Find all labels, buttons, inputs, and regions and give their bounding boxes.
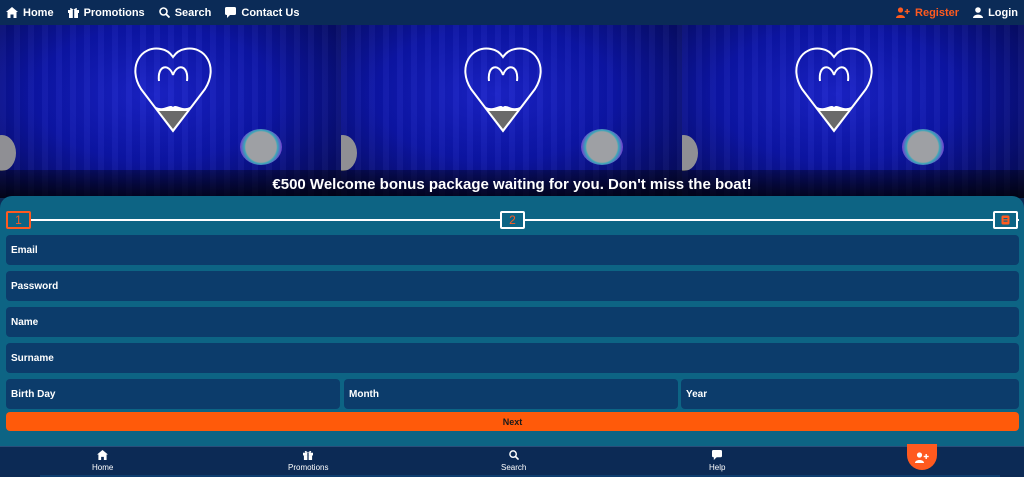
step-3-indicator[interactable] [993, 211, 1018, 229]
bottom-nav-promotions[interactable]: Promotions [288, 450, 328, 472]
nav-home-label: Home [23, 6, 54, 19]
home-icon [97, 450, 109, 460]
chat-icon [225, 7, 237, 18]
email-field[interactable]: Email [6, 235, 1019, 265]
heart-logo-icon [134, 47, 212, 133]
home-icon [6, 7, 18, 18]
hero-banner[interactable]: €500 Welcome bonus package waiting for y… [0, 25, 1024, 198]
bottom-navigation: Home Promotions Search Help [0, 446, 1024, 477]
bottom-nav-help-label: Help [709, 463, 726, 472]
bottom-nav-search[interactable]: Search [501, 450, 526, 472]
year-field[interactable]: Year [681, 379, 1019, 409]
bottom-nav-home-label: Home [92, 463, 114, 472]
month-field[interactable]: Month [344, 379, 678, 409]
nav-contact-us[interactable]: Contact Us [225, 7, 299, 19]
bottom-nav-help[interactable]: Help [709, 450, 725, 472]
user-icon [973, 7, 984, 18]
heart-logo-icon [795, 47, 873, 133]
nav-promotions-label: Promotions [83, 6, 145, 19]
bottom-nav-search-label: Search [501, 463, 527, 472]
search-icon [158, 7, 170, 18]
hero-caption: €500 Welcome bonus package waiting for y… [0, 170, 1024, 198]
search-icon [508, 450, 519, 460]
nav-account-group: Register Login [882, 7, 1018, 19]
nav-home[interactable]: Home [6, 7, 54, 19]
nav-register[interactable]: Register [896, 7, 959, 19]
top-navigation: Home Promotions Search Contact Us Regist… [0, 0, 1024, 25]
nav-register-label: Register [915, 6, 960, 19]
birth-day-field[interactable]: Birth Day [6, 379, 340, 409]
welcome-bonus-text: €500 Welcome bonus package waiting for y… [272, 175, 752, 193]
nav-contact-label: Contact Us [241, 6, 300, 19]
next-button-label: Next [502, 416, 523, 427]
gift-icon [303, 451, 314, 460]
finish-flag-icon [1001, 215, 1010, 225]
bottom-nav-home[interactable]: Home [92, 450, 113, 472]
nav-login-label: Login [988, 6, 1018, 19]
user-plus-icon [896, 7, 910, 18]
step-1-label: 1 [15, 213, 22, 227]
name-field[interactable]: Name [6, 307, 1019, 337]
bottom-nav-promotions-label: Promotions [288, 463, 329, 472]
nav-login[interactable]: Login [973, 7, 1018, 19]
nav-search-label: Search [174, 6, 212, 19]
step-1-indicator[interactable]: 1 [6, 211, 31, 229]
step-2-indicator[interactable]: 2 [500, 211, 525, 229]
heart-logo-icon [464, 47, 542, 133]
step-progress: 1 2 [6, 211, 1019, 229]
nav-promotions[interactable]: Promotions [67, 6, 145, 19]
user-plus-icon [915, 451, 929, 463]
nav-search[interactable]: Search [158, 6, 212, 19]
chat-icon [712, 450, 723, 460]
surname-field[interactable]: Surname [6, 343, 1019, 373]
password-field[interactable]: Password [6, 271, 1019, 301]
step-2-label: 2 [509, 213, 516, 227]
gift-icon [67, 8, 79, 18]
next-button[interactable]: Next [6, 412, 1019, 431]
